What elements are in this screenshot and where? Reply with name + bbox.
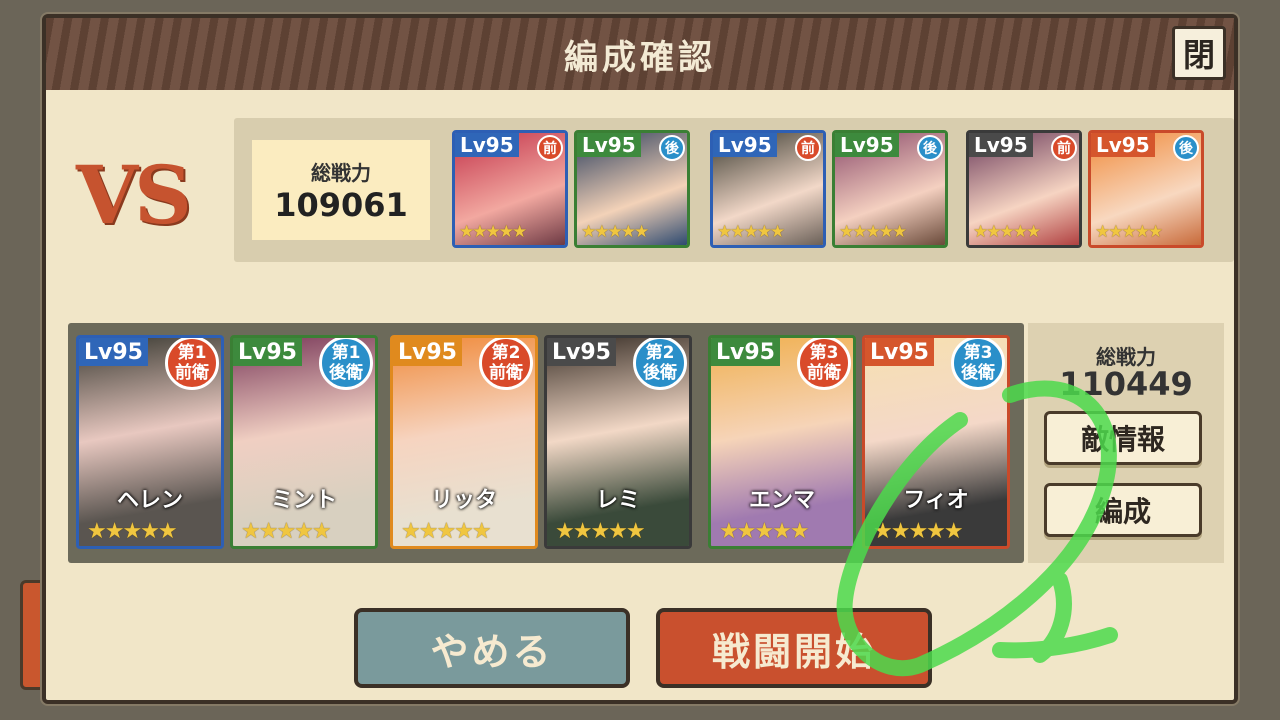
slot-role: 前衛 — [489, 363, 523, 383]
star-rating: ★★★★★ — [839, 222, 907, 242]
ally-unit-card[interactable]: Lv95 第1 前衛ヘレン ★★★★★ — [76, 335, 224, 549]
slot-role: 前衛 — [807, 363, 841, 383]
unit-level: Lv95 — [1091, 133, 1155, 157]
ally-unit-card[interactable]: Lv95 第3 後衛フィオ ★★★★★ — [862, 335, 1010, 549]
close-button[interactable]: 閉 — [1172, 26, 1226, 80]
unit-level: Lv95 — [865, 338, 934, 366]
unit-name: レミ — [595, 488, 640, 513]
star-rating: ★★★★★ — [719, 519, 810, 544]
unit-level: Lv95 — [835, 133, 899, 157]
ally-unit-card[interactable]: Lv95 第3 前衛エンマ ★★★★★ — [708, 335, 856, 549]
slot-badge: 第3 前衛 — [797, 338, 851, 390]
unit-level: Lv95 — [455, 133, 519, 157]
ally-power-value: 110449 — [1059, 365, 1193, 403]
cancel-button[interactable]: やめる — [354, 608, 630, 688]
star-rating: ★★★★★ — [581, 222, 649, 242]
star-rating: ★★★★★ — [717, 222, 785, 242]
star-rating: ★★★★★ — [873, 519, 964, 544]
slot-badge: 第2 前衛 — [479, 338, 533, 390]
slot-badge: 第1 後衛 — [319, 338, 373, 390]
unit-level: Lv95 — [547, 338, 616, 366]
vs-logo: VS — [76, 148, 192, 242]
slot-badge: 第3 後衛 — [951, 338, 1005, 390]
dialog-titlebar: 編成確認 閉 — [46, 18, 1234, 90]
star-rating: ★★★★★ — [555, 519, 646, 544]
slot-rank: 第3 — [963, 343, 993, 363]
ally-unit-card[interactable]: Lv95 第2 前衛リッタ ★★★★★ — [390, 335, 538, 549]
slot-rank: 第2 — [645, 343, 675, 363]
star-rating: ★★★★★ — [973, 222, 1041, 242]
star-rating: ★★★★★ — [401, 519, 492, 544]
slot-rank: 第1 — [177, 343, 207, 363]
unit-name: エンマ — [748, 488, 815, 513]
unit-name: ミント — [270, 488, 337, 513]
enemy-power-value: 109061 — [274, 185, 408, 224]
slot-role: 後衛 — [961, 363, 995, 383]
unit-level: Lv95 — [577, 133, 641, 157]
slot-rank: 第2 — [491, 343, 521, 363]
star-rating: ★★★★★ — [459, 222, 527, 242]
slot-badge: 第2 後衛 — [633, 338, 687, 390]
slot-role: 後衛 — [329, 363, 363, 383]
position-badge: 後 — [1173, 135, 1199, 161]
ally-team-panel: Lv95 第1 前衛 ヘレン ★★★★★ Lv95 第1 後衛 ミント ★★★★★ Lv95 第2 前衛… — [68, 323, 1024, 563]
ally-unit-card[interactable]: Lv95 第1 後衛ミント ★★★★★ — [230, 335, 378, 549]
start-battle-button[interactable]: 戦闘開始 — [656, 608, 932, 688]
position-badge: 前 — [795, 135, 821, 161]
slot-role: 前衛 — [175, 363, 209, 383]
enemy-unit-card[interactable]: Lv95 前 ★★★★★ — [452, 130, 568, 248]
unit-level: Lv95 — [711, 338, 780, 366]
position-badge: 前 — [537, 135, 563, 161]
star-rating: ★★★★★ — [241, 519, 332, 544]
unit-level: Lv95 — [233, 338, 302, 366]
slot-rank: 第3 — [809, 343, 839, 363]
unit-level: Lv95 — [393, 338, 462, 366]
unit-level: Lv95 — [79, 338, 148, 366]
slot-role: 後衛 — [643, 363, 677, 383]
unit-level: Lv95 — [713, 133, 777, 157]
enemy-info-button[interactable]: 敵情報 — [1044, 411, 1202, 465]
position-badge: 後 — [659, 135, 685, 161]
unit-name: フィオ — [903, 488, 969, 513]
slot-badge: 第1 前衛 — [165, 338, 219, 390]
formation-confirm-dialog: 編成確認 閉 VS 総戦力 109061 Lv95 前 ★★★★★ Lv95 後 ★★★★… — [42, 14, 1238, 704]
position-badge: 前 — [1051, 135, 1077, 161]
ally-side-panel: 総戦力 110449 敵情報 編成 — [1028, 323, 1224, 563]
enemy-unit-card[interactable]: Lv95 前 ★★★★★ — [710, 130, 826, 248]
ally-unit-card[interactable]: Lv95 第2 後衛レミ ★★★★★ — [544, 335, 692, 549]
unit-name: ヘレン — [116, 488, 183, 513]
enemy-power-box: 総戦力 109061 — [252, 140, 430, 240]
formation-button[interactable]: 編成 — [1044, 483, 1202, 537]
dialog-title: 編成確認 — [564, 37, 716, 78]
unit-name: リッタ — [430, 488, 497, 513]
enemy-power-label: 総戦力 — [311, 160, 371, 185]
position-badge: 後 — [917, 135, 943, 161]
star-rating: ★★★★★ — [1095, 222, 1163, 242]
enemy-unit-card[interactable]: Lv95 後 ★★★★★ — [1088, 130, 1204, 248]
star-rating: ★★★★★ — [87, 519, 178, 544]
slot-rank: 第1 — [331, 343, 361, 363]
unit-level: Lv95 — [969, 133, 1033, 157]
enemy-unit-card[interactable]: Lv95 後 ★★★★★ — [832, 130, 948, 248]
enemy-unit-card[interactable]: Lv95 前 ★★★★★ — [966, 130, 1082, 248]
enemy-unit-card[interactable]: Lv95 後 ★★★★★ — [574, 130, 690, 248]
enemy-team-panel: 総戦力 109061 Lv95 前 ★★★★★ Lv95 後 ★★★★★ Lv95 前 ★★★★… — [234, 118, 1234, 262]
